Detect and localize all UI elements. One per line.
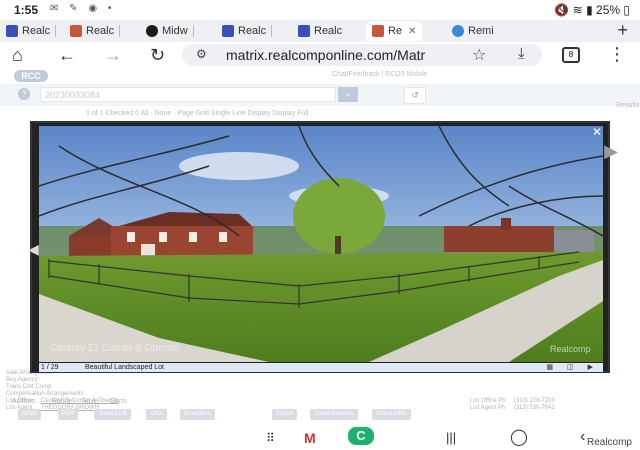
- tab-4[interactable]: Realc: [222, 21, 273, 41]
- chimney: [501, 218, 511, 230]
- tab-label: Realc: [238, 25, 267, 37]
- remine-icon: [452, 25, 464, 37]
- tab-1[interactable]: Realc: [6, 21, 57, 41]
- status-right: 🔇 ≋ ▮ 25% ▯: [554, 3, 630, 17]
- url-text[interactable]: matrix.realcomponline.com/Matr: [226, 47, 462, 63]
- detail-label: Buy Agency: [6, 377, 38, 383]
- status-bar: 1:55 ✉ ✎ ◉ • 🔇 ≋ ▮ 25% ▯: [0, 0, 640, 20]
- home-icon[interactable]: ⌂: [12, 45, 23, 65]
- detail-label: Compensation Arrangements: [6, 391, 84, 397]
- tab-6-active[interactable]: Re ✕: [366, 21, 423, 41]
- photo-lightbox: Century 21 Curran & Oberski Realcomp ✕ ◀…: [28, 121, 618, 373]
- print-button[interactable]: Print: [58, 409, 79, 420]
- tab-label: Re: [388, 25, 403, 37]
- previous-photo-icon[interactable]: ◀: [28, 241, 39, 258]
- tab-2[interactable]: Realc: [70, 21, 121, 41]
- status-time: 1:55: [14, 3, 39, 17]
- photo-watermark-right: Realcomp: [550, 344, 591, 354]
- action-buttons-row: Email Print Share Link CMA Directions Ex…: [6, 409, 636, 423]
- realcomp-watermark: Realcomp: [586, 437, 632, 448]
- house-icon: [70, 25, 82, 37]
- next-photo-icon[interactable]: ▶: [604, 141, 618, 162]
- save-link[interactable]: Save: [82, 398, 98, 405]
- download-icon[interactable]: ⤓: [518, 45, 525, 62]
- tab-label: Remi: [468, 25, 494, 37]
- caption-bar: 1 / 29 Beautiful Landscaped Lot ▦ ◫ ▶: [39, 363, 603, 372]
- close-icon[interactable]: ✕: [592, 125, 602, 139]
- gmail-icon[interactable]: M: [304, 430, 316, 446]
- listing-photo[interactable]: [39, 126, 603, 362]
- android-nav-bar: ⠿ M C ||| ◯ ‹ Realcomp: [0, 426, 640, 450]
- home-circle-icon[interactable]: ◯: [510, 427, 528, 447]
- share-link-button[interactable]: Share Link: [94, 409, 131, 420]
- photo-caption: Beautiful Landscaped Lot: [85, 364, 165, 371]
- bookmark-star-icon[interactable]: ☆: [472, 45, 486, 65]
- help-icon[interactable]: ?: [18, 88, 30, 100]
- export-button[interactable]: Export: [272, 409, 298, 420]
- reload-icon[interactable]: ↻: [150, 45, 165, 65]
- house-far-right: [554, 230, 594, 252]
- battery-percent: 25%: [596, 3, 621, 17]
- results-nav[interactable]: 1 of 1 Checked 0 All · None · Page Grid …: [86, 110, 309, 117]
- forward-icon[interactable]: →: [104, 45, 122, 65]
- cloud-streams-button[interactable]: Cloud Streams: [310, 409, 358, 420]
- cloud: [179, 152, 299, 180]
- tab-switcher-button[interactable]: 8: [562, 47, 580, 63]
- address-bar: ⌂ ← → ↻ ⚙ matrix.realcomponline.com/Matr…: [0, 42, 640, 68]
- site-square-icon: [222, 25, 234, 37]
- chrome-app-icon[interactable]: C: [348, 427, 374, 445]
- detail-label: Trans Cmt Comp: [6, 384, 52, 390]
- photo-counter: 1 / 29: [41, 364, 59, 371]
- back-nav-icon[interactable]: ‹: [580, 428, 585, 446]
- wifi-icon: ≋: [572, 3, 583, 17]
- tab-label: Realc: [86, 25, 115, 37]
- refine-link[interactable]: Refine: [52, 398, 72, 405]
- carts-link[interactable]: Carts: [110, 398, 127, 405]
- search-button[interactable]: ⌕: [338, 87, 358, 102]
- site-square-icon: [298, 25, 310, 37]
- recent-apps-icon[interactable]: |||: [446, 430, 456, 445]
- tab-label: Realc: [314, 25, 343, 37]
- site-square-icon: [6, 25, 18, 37]
- tab-label: Midw: [162, 25, 188, 37]
- email-button[interactable]: Email: [18, 409, 42, 420]
- slideshow-controls[interactable]: ▦ ◫ ▶: [546, 363, 599, 372]
- battery-icon: ▯: [623, 3, 630, 17]
- back-icon[interactable]: ←: [58, 45, 76, 65]
- app-grid-icon[interactable]: ⠿: [266, 431, 275, 445]
- history-icon[interactable]: ↺: [404, 87, 426, 104]
- top-links[interactable]: Chat/Feedback | RCO3 Mobile: [332, 71, 427, 78]
- cma-button[interactable]: CMA: [146, 409, 168, 420]
- photo-watermark-left: Century 21 Curran & Oberski: [50, 343, 179, 354]
- search-row: ? 20230033084 ⌕ ↺: [0, 84, 640, 106]
- notification-icons: ✉ ✎ ◉ •: [50, 3, 116, 14]
- tab-5[interactable]: Realc: [298, 21, 342, 41]
- directions-button[interactable]: Directions: [180, 409, 215, 420]
- cloud-cma-button[interactable]: Cloud CMA: [372, 409, 411, 420]
- tab-strip: Realc Realc Midw Realc Realc Re ✕ Remi +: [0, 20, 640, 43]
- site-logo[interactable]: RCC: [14, 70, 48, 82]
- url-field[interactable]: ⚙ matrix.realcomponline.com/Matr ☆ ⤓: [182, 44, 542, 66]
- search-input[interactable]: 20230033084: [40, 87, 336, 102]
- globe-icon: [146, 25, 158, 37]
- results-link[interactable]: Results: [616, 102, 639, 109]
- house-icon: [372, 25, 384, 37]
- menu-icon[interactable]: ⋮: [608, 44, 626, 65]
- site-settings-icon[interactable]: ⚙: [196, 47, 207, 61]
- tab-3[interactable]: Midw: [146, 21, 194, 41]
- tab-7[interactable]: Remi: [452, 21, 494, 41]
- close-tab-icon[interactable]: ✕: [408, 26, 416, 37]
- house-right: [444, 226, 554, 252]
- mute-icon: 🔇: [554, 3, 570, 17]
- new-tab-button[interactable]: +: [617, 20, 628, 41]
- tab-label: Realc: [22, 25, 51, 37]
- signal-icon: ▮: [586, 3, 593, 17]
- actions-menu[interactable]: Actions: [12, 398, 35, 405]
